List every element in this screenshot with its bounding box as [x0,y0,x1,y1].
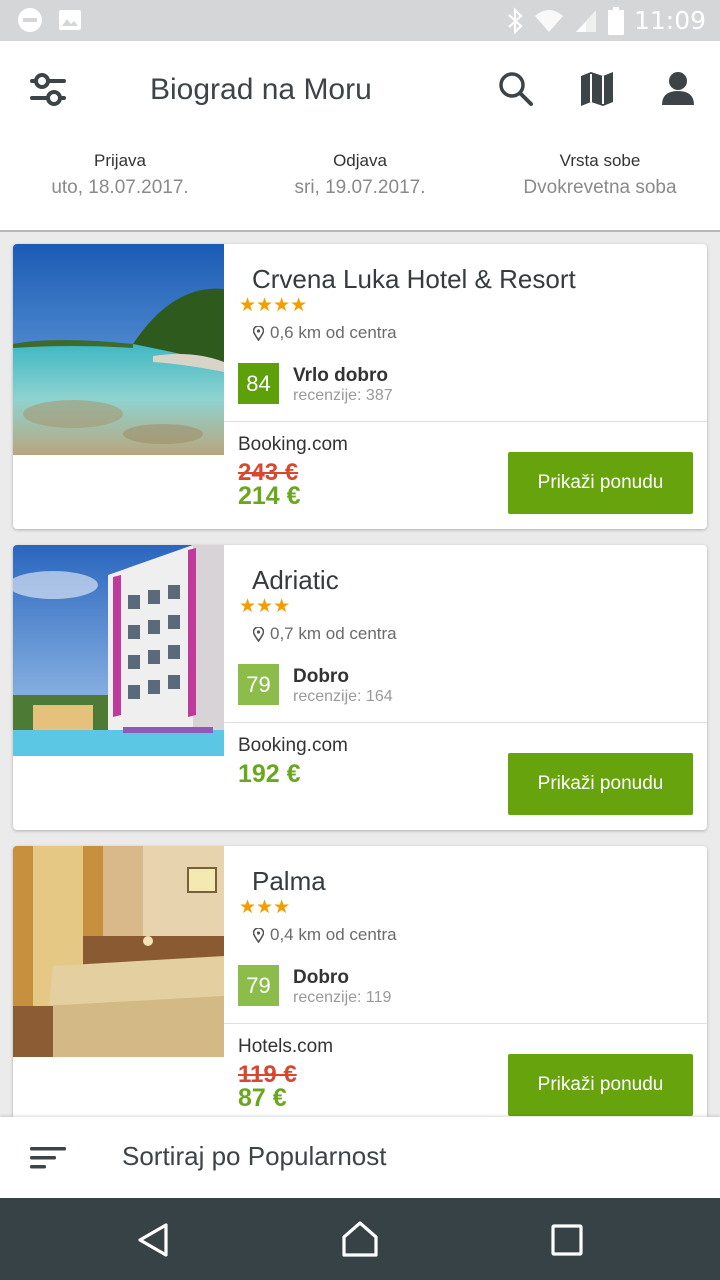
provider-name: Hotels.com [238,1036,334,1057]
search-icon[interactable] [498,71,534,107]
map-icon[interactable] [579,71,615,107]
sort-label[interactable]: Sortiraj po Popularnost [122,1141,386,1172]
divider [224,421,707,422]
distance: 0,4 km od centra [253,925,397,945]
price: 87 € [238,1084,287,1112]
hotel-name[interactable]: Crvena Luka Hotel & Resort [252,264,576,295]
star-rating: ★★★★ [239,295,308,316]
distance: 0,7 km od centra [253,624,397,644]
back-icon[interactable] [136,1222,170,1258]
wifi-icon [534,9,563,32]
provider-name: Booking.com [238,434,348,455]
app-header: Biograd na Moru Prijava uto, 18.07.2017.… [0,41,720,232]
review-count: recenzije: 164 [293,688,393,705]
check-out[interactable]: Odjava sri, 19.07.2017. [240,151,480,199]
battery-icon [607,6,624,35]
location-pin-icon [253,927,264,943]
dnd-icon [18,8,42,32]
provider-name: Booking.com [238,735,348,756]
check-in-value: uto, 18.07.2017. [51,177,189,198]
distance-text: 0,4 km od centra [270,925,397,944]
clock: 11:09 [633,6,706,35]
distance: 0,6 km od centra [253,323,397,343]
check-in[interactable]: Prijava uto, 18.07.2017. [0,151,240,199]
score-badge: 84 [238,363,279,404]
recent-apps-icon[interactable] [551,1224,583,1256]
check-out-value: sri, 19.07.2017. [294,177,426,198]
check-in-label: Prijava [94,151,146,170]
rating-label: Vrlo dobro [293,365,388,386]
review-count: recenzije: 119 [293,989,392,1006]
hotel-card[interactable]: Crvena Luka Hotel & Resort ★★★★ 0,6 km o… [13,244,707,529]
filter-icon[interactable] [28,72,68,108]
image-icon [59,10,81,30]
divider [224,722,707,723]
user-icon[interactable] [660,71,696,107]
show-offer-button[interactable]: Prikaži ponudu [508,1054,693,1116]
bluetooth-icon [508,6,523,35]
hotel-name[interactable]: Adriatic [252,565,339,596]
star-rating: ★★★ [239,897,291,918]
home-icon[interactable] [341,1220,379,1258]
price: 214 € [238,482,301,510]
score-badge: 79 [238,965,279,1006]
room-type-value: Dvokrevetna soba [523,177,677,198]
review-count: recenzije: 387 [293,387,393,404]
divider [224,1023,707,1024]
signal-icon [575,9,596,32]
room-type-label: Vrsta sobe [559,151,641,170]
rating-label: Dobro [293,666,349,687]
hotel-photo[interactable] [13,545,224,756]
hotel-card[interactable]: Palma ★★★ 0,4 km od centra 79 Dobro rece… [13,846,707,1117]
check-out-label: Odjava [333,151,387,170]
hotel-list[interactable]: Crvena Luka Hotel & Resort ★★★★ 0,6 km o… [0,233,720,1117]
rating-label: Dobro [293,967,349,988]
location-pin-icon [253,626,264,642]
sort-icon[interactable] [30,1145,66,1171]
show-offer-button[interactable]: Prikaži ponudu [508,753,693,815]
show-offer-button[interactable]: Prikaži ponudu [508,452,693,514]
hotel-card[interactable]: Adriatic ★★★ 0,7 km od centra 79 Dobro r… [13,545,707,830]
status-bar: 11:09 [0,0,720,41]
score-badge: 79 [238,664,279,705]
price: 192 € [238,760,301,788]
distance-text: 0,7 km od centra [270,624,397,643]
sort-bar[interactable]: Sortiraj po Popularnost [0,1117,720,1198]
room-type[interactable]: Vrsta sobe Dvokrevetna soba [480,151,720,199]
star-rating: ★★★ [239,596,291,617]
distance-text: 0,6 km od centra [270,323,397,342]
system-nav-bar [0,1198,720,1280]
hotel-name[interactable]: Palma [252,866,326,897]
hotel-photo[interactable] [13,244,224,455]
page-title: Biograd na Moru [150,73,372,106]
location-pin-icon [253,325,264,341]
hotel-photo[interactable] [13,846,224,1057]
